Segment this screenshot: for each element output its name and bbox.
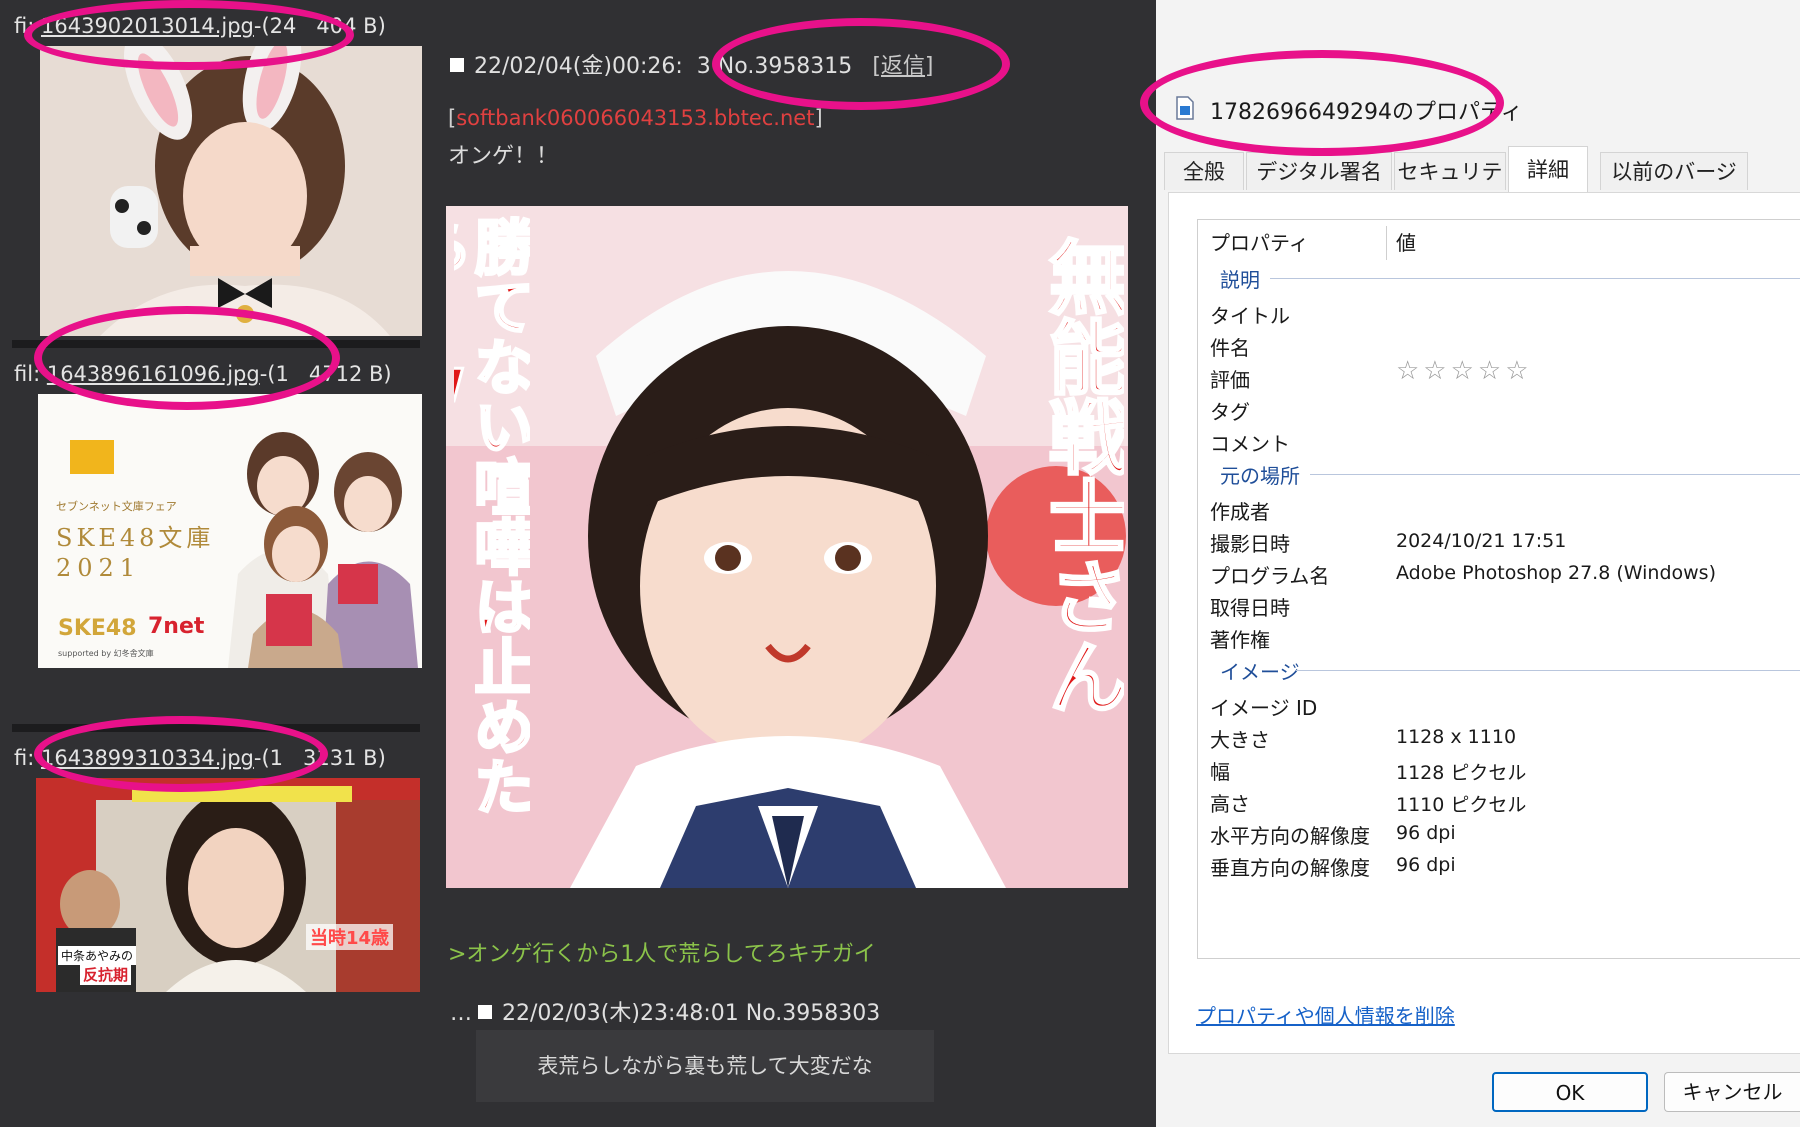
tab-security[interactable]: セキュリティ	[1394, 152, 1506, 222]
thumbnail-1-art	[40, 46, 422, 336]
post-separator	[12, 340, 420, 348]
image-file-icon	[1176, 96, 1194, 120]
prop-date-acquired[interactable]: 取得日時	[1210, 592, 1290, 621]
prop-horizontal-resolution[interactable]: 水平方向の解像度	[1210, 820, 1370, 849]
post-checkbox[interactable]	[450, 58, 464, 72]
prop-authors[interactable]: 作成者	[1210, 496, 1270, 525]
prop-comments[interactable]: コメント	[1210, 428, 1290, 457]
cancel-button[interactable]: キャンセル	[1664, 1072, 1800, 1112]
prop-rating[interactable]: 評価	[1210, 364, 1250, 393]
file-size-head: -(1	[259, 362, 289, 386]
post2-datetime: 22/02/03(木)23:48:01	[502, 1001, 739, 1026]
thumbnail-2-note: supported by 幻冬舎文庫	[58, 649, 154, 658]
details-panel: プロパティ 値 説明 タイトル 件名 評価 ☆☆☆☆☆ タグ コメント 元の場所…	[1168, 192, 1800, 1054]
width-value[interactable]: 1128 ピクセル	[1396, 758, 1526, 785]
prop-title[interactable]: タイトル	[1210, 300, 1290, 329]
thumbnail-3-badge: 当時14歳	[306, 924, 394, 950]
group-description: 説明	[1220, 268, 1260, 292]
file-size-tail: 4712 B)	[308, 362, 392, 386]
property-list[interactable]: プロパティ 値 説明 タイトル 件名 評価 ☆☆☆☆☆ タグ コメント 元の場所…	[1197, 219, 1800, 959]
post-image-left-caption: 勝てない喧嘩は止めたら?w	[454, 216, 530, 818]
file-link-1[interactable]: 1643902013014.jpg	[41, 14, 254, 38]
thumbnail-2-partner: 7net	[148, 614, 205, 639]
column-header-value[interactable]: 値	[1396, 220, 1416, 266]
group-divider	[1270, 278, 1800, 279]
file-link-2[interactable]: 1643896161096.jpg	[47, 362, 260, 386]
group-origin: 元の場所	[1220, 464, 1300, 488]
thumbnail-2-line3: 2021	[56, 554, 142, 582]
poster-host-text: softbank060066043153.bbtec.net	[456, 106, 815, 130]
file-label-3: fi: 1643899310334.jpg-(1 3131 B)	[14, 746, 386, 770]
prop-date-taken[interactable]: 撮影日時	[1210, 528, 1290, 557]
file-label-2: fil: 1643896161096.jpg-(1 4712 B)	[14, 362, 392, 386]
thumbnail-3-name-1: 中条あやみの	[58, 946, 137, 965]
horizontal-resolution-value[interactable]: 96 dpi	[1396, 822, 1456, 844]
vertical-resolution-value[interactable]: 96 dpi	[1396, 854, 1456, 876]
tab-general[interactable]: 全般	[1164, 152, 1244, 190]
group-image: イメージ	[1220, 660, 1300, 684]
group-divider	[1296, 670, 1800, 671]
prop-height[interactable]: 高さ	[1210, 788, 1250, 817]
post2-body: 表荒らしながら裏も荒して大変だな	[537, 1054, 873, 1078]
file-label-1: fi: 1643902013014.jpg-(24 404 B)	[14, 14, 386, 38]
prop-width[interactable]: 幅	[1210, 756, 1230, 785]
thumbnail-2[interactable]: セブンネット文庫フェア SKE48文庫 2021 SKE48 7net supp…	[38, 394, 422, 668]
poster-host: [softbank060066043153.bbtec.net]	[448, 106, 823, 130]
dialog-title: 1782696649294のプロパティ	[1210, 100, 1523, 125]
properties-dialog: 1782696649294のプロパティ 全般 デジタル署名 セキュリティ 詳細 …	[1140, 0, 1800, 1127]
tab-digital-signatures[interactable]: デジタル署名	[1246, 152, 1392, 190]
column-divider[interactable]	[1386, 226, 1387, 260]
prop-copyright[interactable]: 著作権	[1210, 624, 1270, 653]
post2-box: 表荒らしながら裏も荒して大変だな	[476, 1030, 934, 1102]
remove-properties-link[interactable]: プロパティや個人情報を削除	[1196, 1000, 1455, 1029]
dimensions-value[interactable]: 1128 x 1110	[1396, 726, 1516, 748]
date-taken-value[interactable]: 2024/10/21 17:51	[1396, 530, 1566, 552]
file-prefix: fi	[14, 14, 28, 38]
thumbnail-1[interactable]	[40, 46, 422, 336]
post2-header: … 22/02/03(木)23:48:01 No.3958303	[450, 995, 880, 1027]
post-header: 22/02/04(金)00:26: 3 No.3958315 [返信]	[450, 48, 933, 80]
file-size-tail: 404 B)	[316, 14, 386, 38]
post-body: オンゲ！！	[448, 144, 559, 169]
file-size-tail: 3131 B)	[303, 746, 386, 770]
prop-dimensions[interactable]: 大きさ	[1210, 724, 1270, 753]
prop-image-id[interactable]: イメージ ID	[1210, 692, 1317, 721]
rating-stars[interactable]: ☆☆☆☆☆	[1396, 356, 1533, 386]
thumbnail-3[interactable]: 当時14歳 中条あやみの 反抗期	[36, 778, 420, 992]
ok-button[interactable]: OK	[1492, 1072, 1648, 1112]
tab-previous-versions[interactable]: 以前のバージョン	[1600, 152, 1748, 222]
thumbnail-2-line2: SKE48文庫	[56, 524, 215, 552]
post2-number[interactable]: No.3958303	[746, 1001, 881, 1026]
thumbnail-3-name-2: 反抗期	[80, 964, 132, 985]
post-image[interactable]: 勝てない喧嘩は止めたら?w 無能戦士さん	[446, 206, 1128, 888]
column-header-property[interactable]: プロパティ	[1210, 220, 1309, 266]
file-link-3[interactable]: 1643899310334.jpg	[41, 746, 254, 770]
file-size-head: -(1	[253, 746, 284, 770]
tab-details[interactable]: 詳細	[1508, 146, 1588, 192]
thumbnail-2-brand: SKE48	[58, 616, 137, 641]
prop-tags[interactable]: タグ	[1210, 396, 1250, 425]
post-datetime: 22/02/04(金)00:26:	[474, 54, 683, 79]
prop-vertical-resolution[interactable]: 垂直方向の解像度	[1210, 852, 1370, 881]
program-value[interactable]: Adobe Photoshop 27.8 (Windows)	[1396, 562, 1716, 584]
thumbnail-2-line1: セブンネット文庫フェア	[56, 500, 177, 513]
height-value[interactable]: 1110 ピクセル	[1396, 790, 1526, 817]
post2-dots: …	[450, 1001, 472, 1026]
file-prefix: fi	[14, 746, 28, 770]
post2-checkbox[interactable]	[478, 1005, 492, 1019]
thread-pane: fi: 1643902013014.jpg-(24 404 B) fil: 16…	[0, 0, 1158, 1127]
post-datetime-tail: 3	[696, 54, 711, 79]
prop-subject[interactable]: 件名	[1210, 332, 1250, 361]
file-prefix: fil	[14, 362, 34, 386]
tab-bar: 全般 デジタル署名 セキュリティ 詳細 以前のバージョン	[1164, 146, 1800, 222]
prop-program[interactable]: プログラム名	[1210, 560, 1329, 589]
group-divider	[1310, 474, 1800, 475]
file-size-head: -(24	[253, 14, 297, 38]
post-separator	[12, 724, 420, 732]
post-number[interactable]: No.3958315	[718, 54, 853, 79]
quote-text: >オンゲ行くから1人で荒らしてろキチガイ	[448, 942, 876, 967]
post-image-art	[446, 206, 1128, 888]
reply-link[interactable]: [返信]	[872, 54, 933, 79]
post-image-right-caption: 無能戦士さん	[1035, 236, 1125, 718]
